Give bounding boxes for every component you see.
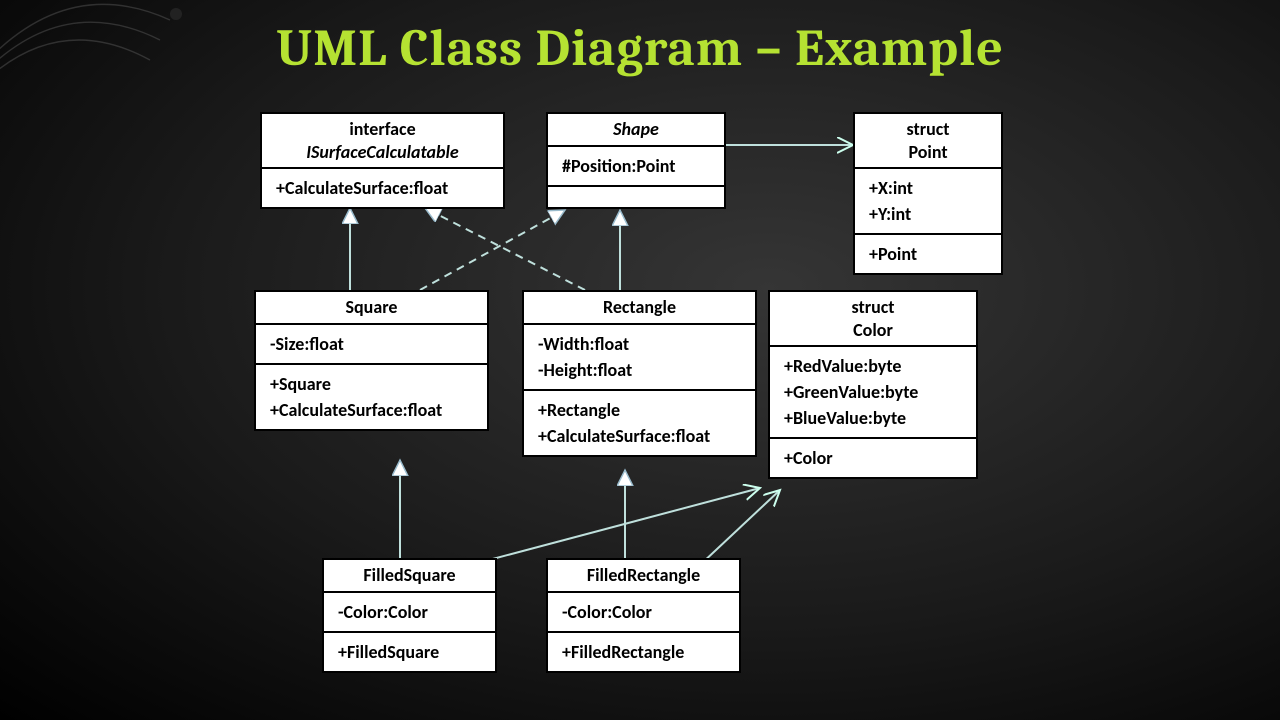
class-section: +Color	[770, 439, 976, 477]
class-header: interfaceISurfaceCalculatable	[262, 114, 503, 169]
class-header: Rectangle	[524, 292, 755, 325]
class-section: +RedValue:byte+GreenValue:byte+BlueValue…	[770, 347, 976, 439]
member-line: +Rectangle	[538, 397, 741, 423]
class-section: -Size:float	[256, 325, 487, 365]
class-filledsquare: FilledSquare -Color:Color +FilledSquare	[322, 558, 497, 673]
class-name: FilledRectangle	[562, 564, 725, 587]
struct-color: structColor+RedValue:byte+GreenValue:byt…	[768, 290, 978, 479]
class-header: structPoint	[855, 114, 1001, 169]
class-section: +FilledRectangle	[548, 633, 739, 671]
member-line: +Y:int	[869, 201, 987, 227]
class-section: +X:int+Y:int	[855, 169, 1001, 235]
class-shape: Shape #Position:Point	[546, 112, 726, 209]
class-header: FilledSquare	[324, 560, 495, 593]
class-header: FilledRectangle	[548, 560, 739, 593]
struct-point: structPoint+X:int+Y:int+Point	[853, 112, 1003, 275]
class-filledrectangle: FilledRectangle -Color:Color +FilledRectan…	[546, 558, 741, 673]
member-line: +CalculateSurface:float	[270, 397, 473, 423]
class-section: #Position:Point	[548, 147, 724, 187]
class-header: structColor	[770, 292, 976, 347]
member-line: -Width:float	[538, 331, 741, 357]
class-name: ISurfaceCalculatable	[276, 141, 489, 164]
member-line: +Color	[784, 445, 962, 471]
member-line: +CalculateSurface:float	[276, 175, 489, 201]
class-section: +Square+CalculateSurface:float	[256, 365, 487, 429]
association-connector	[470, 488, 760, 565]
member-line: +CalculateSurface:float	[538, 423, 741, 449]
class-name: Rectangle	[538, 296, 741, 319]
member-line: -Color:Color	[562, 599, 725, 625]
realization-connector	[420, 210, 565, 290]
member-line: +RedValue:byte	[784, 353, 962, 379]
class-name: Square	[270, 296, 473, 319]
diagram-stage: interfaceISurfaceCalculatable +CalculateS…	[0, 0, 1280, 720]
class-name: FilledSquare	[338, 564, 481, 587]
member-line: +BlueValue:byte	[784, 405, 962, 431]
class-section: +CalculateSurface:float	[262, 169, 503, 207]
class-square: Square -Size:float +Square+CalculateSurfac…	[254, 290, 489, 431]
member-line: #Position:Point	[562, 153, 710, 179]
member-line: +Square	[270, 371, 473, 397]
stereotype-label: struct	[784, 296, 962, 319]
association-connector	[700, 490, 780, 565]
member-line: +GreenValue:byte	[784, 379, 962, 405]
class-header: Square	[256, 292, 487, 325]
realization-connector	[425, 208, 585, 290]
member-line: -Size:float	[270, 331, 473, 357]
class-section	[548, 187, 724, 207]
member-line: +Point	[869, 241, 987, 267]
member-line: +FilledSquare	[338, 639, 481, 665]
class-header: Shape	[548, 114, 724, 147]
member-line: +FilledRectangle	[562, 639, 725, 665]
stereotype-label: struct	[869, 118, 987, 141]
class-section: -Width:float-Height:float	[524, 325, 755, 391]
member-line: -Color:Color	[338, 599, 481, 625]
class-section: +Rectangle+CalculateSurface:float	[524, 391, 755, 455]
member-line: -Height:float	[538, 357, 741, 383]
class-name: Point	[869, 141, 987, 164]
class-name: Color	[784, 319, 962, 342]
class-section: +FilledSquare	[324, 633, 495, 671]
member-line: +X:int	[869, 175, 987, 201]
class-section: +Point	[855, 235, 1001, 273]
class-name: Shape	[562, 118, 710, 141]
class-rectangle: Rectangle-Width:float-Height:float+Recta…	[522, 290, 757, 457]
class-isurfacecalculatable: interfaceISurfaceCalculatable +CalculateS…	[260, 112, 505, 209]
class-section: -Color:Color	[548, 593, 739, 633]
class-section: -Color:Color	[324, 593, 495, 633]
stereotype-label: interface	[276, 118, 489, 141]
